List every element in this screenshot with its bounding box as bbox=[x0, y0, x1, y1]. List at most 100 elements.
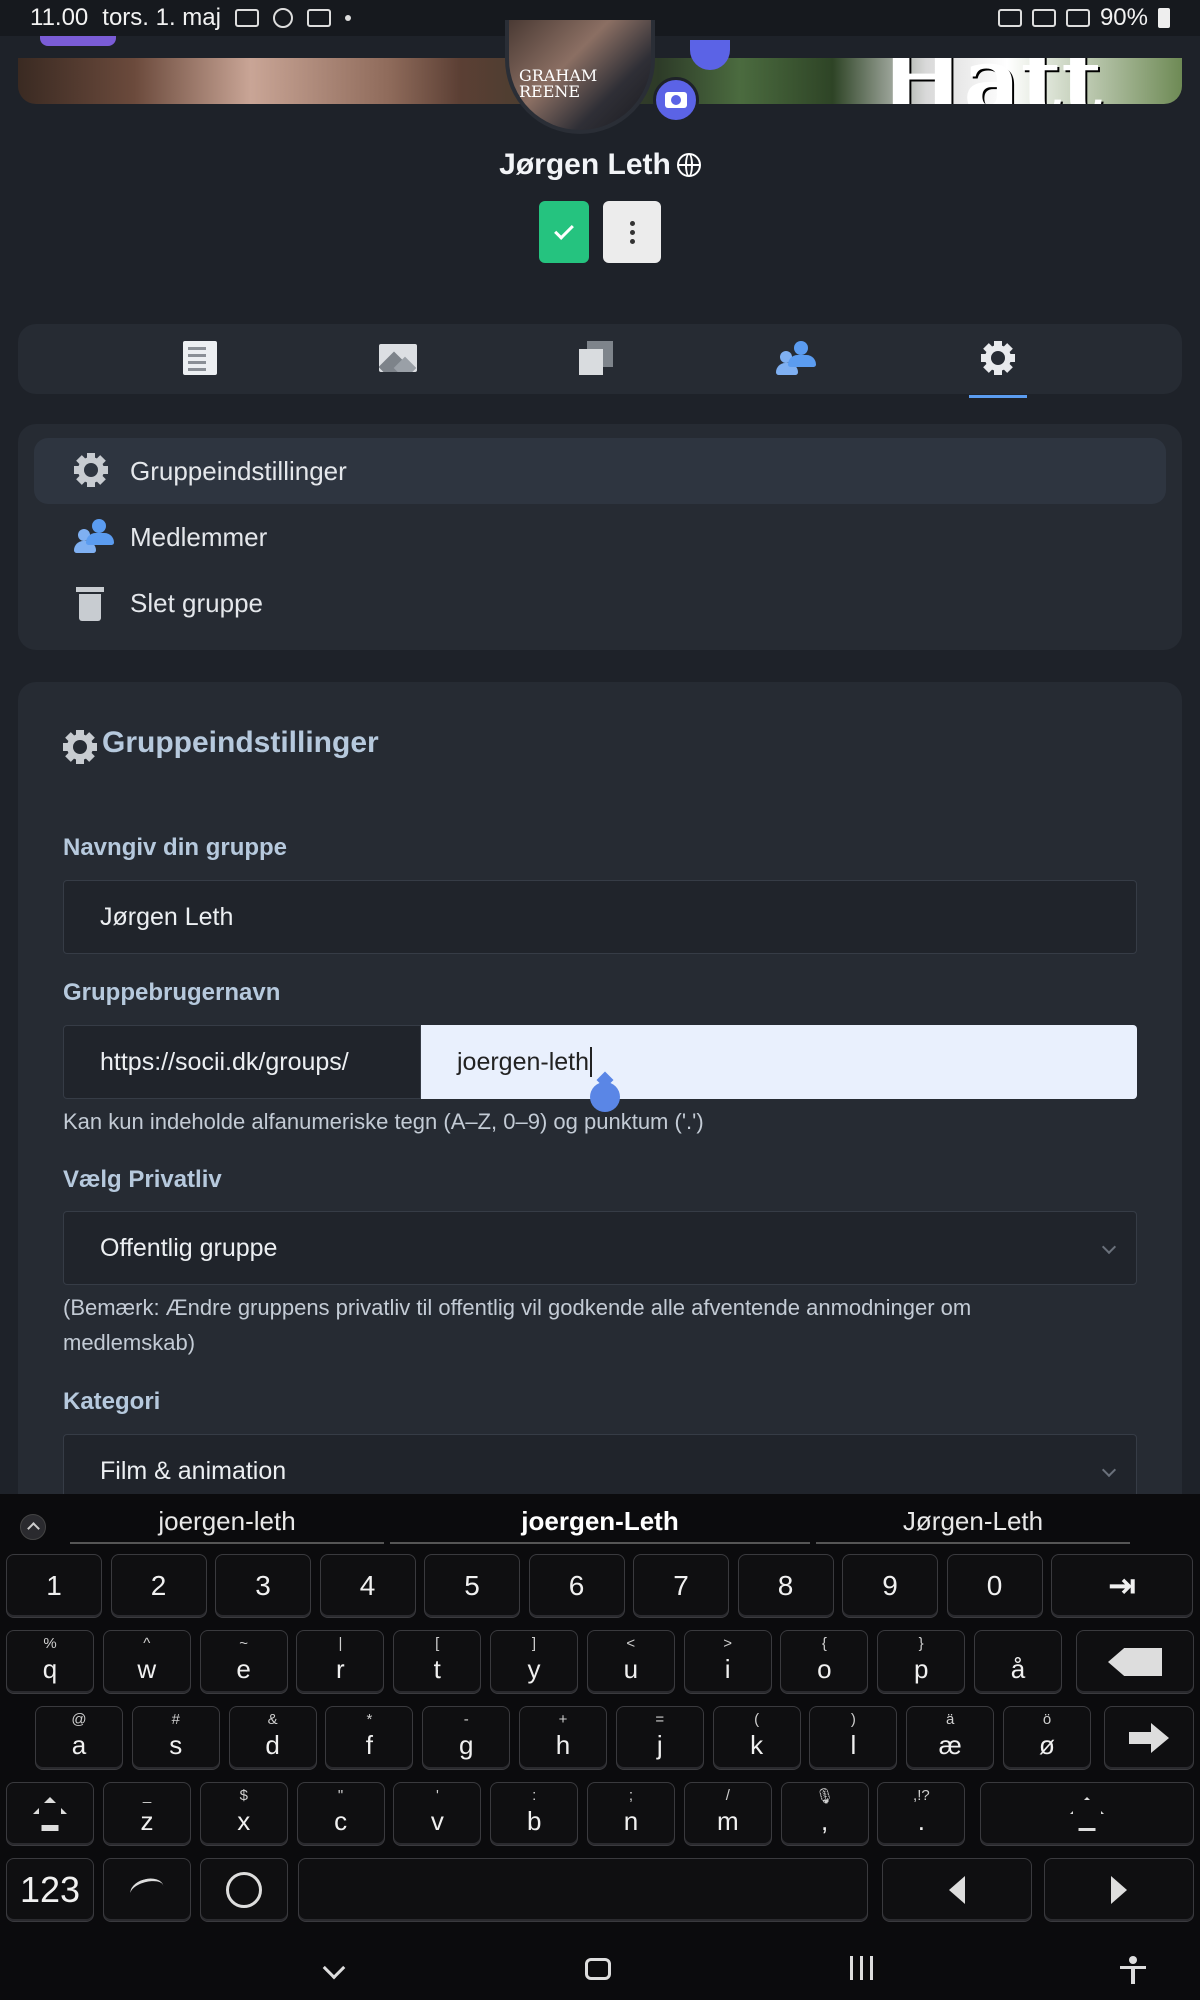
key-u[interactable]: < u bbox=[586, 1630, 675, 1694]
backspace-key[interactable] bbox=[1076, 1630, 1194, 1694]
cursor-left-key[interactable] bbox=[882, 1858, 1032, 1922]
swiftkey-key[interactable] bbox=[103, 1858, 191, 1922]
key-å[interactable]: å bbox=[974, 1630, 1062, 1694]
key-label: 1 bbox=[46, 1570, 62, 1601]
date: tors. 1. maj bbox=[102, 4, 221, 31]
key-i[interactable]: > i bbox=[683, 1630, 772, 1694]
shift-icon bbox=[1070, 1797, 1104, 1831]
key-t[interactable]: [t bbox=[393, 1630, 482, 1694]
key-secondary-label: ( bbox=[754, 1711, 760, 1728]
key-0[interactable]: 0 bbox=[946, 1554, 1043, 1618]
privacy-select[interactable]: Offentlig gruppe bbox=[63, 1211, 1137, 1285]
key-2[interactable]: 2 bbox=[110, 1554, 207, 1618]
key-7[interactable]: 7 bbox=[633, 1554, 729, 1618]
group-username-label: Gruppebrugernavn bbox=[63, 979, 281, 1006]
key-a[interactable]: @ a bbox=[35, 1706, 123, 1770]
group-username-input[interactable]: joergen-leth bbox=[421, 1025, 1137, 1099]
privacy-note: (Bemærk: Ændre gruppens privatliv til of… bbox=[63, 1295, 972, 1355]
key-g[interactable]: -g bbox=[422, 1706, 511, 1770]
cover-edit-tab[interactable] bbox=[40, 36, 116, 46]
suggestion-3[interactable]: Jørgen-Leth bbox=[816, 1500, 1130, 1544]
key-r[interactable]: | r bbox=[296, 1630, 385, 1694]
key-q[interactable]: % q bbox=[6, 1630, 94, 1694]
key-secondary-label: { bbox=[821, 1635, 827, 1652]
tab-key[interactable]: ⇥ bbox=[1051, 1554, 1193, 1618]
key-1[interactable]: 1 bbox=[6, 1554, 102, 1618]
key-9[interactable]: 9 bbox=[842, 1554, 938, 1618]
key-o[interactable]: {o bbox=[780, 1630, 869, 1694]
emoji-icon bbox=[226, 1872, 262, 1908]
key-m[interactable]: / m bbox=[683, 1782, 772, 1846]
key-v[interactable]: ' v bbox=[393, 1782, 482, 1846]
joined-button[interactable] bbox=[539, 201, 589, 263]
suggestion-1[interactable]: joergen-leth bbox=[70, 1500, 384, 1544]
key-k[interactable]: (k bbox=[712, 1706, 801, 1770]
privacy-label: Vælg Privatliv bbox=[63, 1166, 222, 1193]
group-name-field[interactable]: Jørgen Leth bbox=[63, 880, 1137, 954]
key-secondary-label: # bbox=[171, 1711, 180, 1728]
tab-posts[interactable] bbox=[170, 334, 230, 382]
key-label: 6 bbox=[568, 1570, 585, 1601]
tab-settings[interactable] bbox=[968, 334, 1028, 398]
key-y[interactable]: ] y bbox=[490, 1630, 578, 1694]
key-e[interactable]: ~ e bbox=[199, 1630, 288, 1694]
menu-item-group-settings[interactable]: Gruppeindstillinger bbox=[34, 438, 1166, 504]
key-4[interactable]: 4 bbox=[319, 1554, 416, 1618]
emoji-key[interactable] bbox=[200, 1858, 288, 1922]
hide-keyboard-button[interactable] bbox=[322, 1956, 346, 1980]
key-ø[interactable]: öø bbox=[1003, 1706, 1091, 1770]
expand-toolbar-button[interactable] bbox=[20, 1514, 46, 1540]
key-8[interactable]: 8 bbox=[737, 1554, 834, 1618]
key-s[interactable]: # s bbox=[131, 1706, 220, 1770]
more-options-button[interactable] bbox=[603, 201, 661, 263]
change-avatar-button[interactable] bbox=[653, 77, 699, 123]
key-label: 3 bbox=[255, 1570, 271, 1601]
key-p[interactable]: } p bbox=[877, 1630, 966, 1694]
key-d[interactable]: & d bbox=[228, 1706, 317, 1770]
key-n[interactable]: ; n bbox=[587, 1782, 675, 1846]
swiftkey-icon bbox=[127, 1874, 167, 1906]
chevron-down-icon bbox=[1101, 1462, 1117, 1478]
key-secondary-label: ) bbox=[850, 1711, 856, 1728]
shift-key-left[interactable] bbox=[6, 1782, 94, 1846]
symbols-key[interactable]: 123 bbox=[6, 1858, 94, 1922]
key-5[interactable]: 5 bbox=[424, 1554, 520, 1618]
system-nav-bar bbox=[0, 1944, 1200, 2000]
key-b[interactable]: :b bbox=[490, 1782, 579, 1846]
key-h[interactable]: + h bbox=[519, 1706, 607, 1770]
key-f[interactable]: * f bbox=[325, 1706, 414, 1770]
key-secondary-label: ö bbox=[1042, 1711, 1052, 1728]
key-comma[interactable]: 🎙, bbox=[780, 1782, 869, 1846]
tab-members[interactable] bbox=[766, 334, 826, 382]
home-button[interactable] bbox=[585, 1958, 611, 1980]
key-z[interactable]: _ z bbox=[103, 1782, 191, 1846]
key-secondary-label: 🎙 bbox=[815, 1788, 835, 1805]
key-c[interactable]: " c bbox=[296, 1782, 385, 1846]
tab-photos[interactable] bbox=[368, 334, 428, 382]
shift-key-right[interactable] bbox=[980, 1782, 1194, 1846]
group-name: Jørgen Leth bbox=[499, 148, 671, 181]
key-6[interactable]: 6 bbox=[528, 1554, 625, 1618]
key-æ[interactable]: äæ bbox=[906, 1706, 995, 1770]
cursor-right-key[interactable] bbox=[1044, 1858, 1194, 1922]
key-secondary-label: : bbox=[532, 1787, 537, 1804]
tab-videos[interactable] bbox=[566, 334, 626, 382]
key-w[interactable]: ^ w bbox=[102, 1630, 191, 1694]
suggestion-2[interactable]: joergen-Leth bbox=[390, 1500, 810, 1544]
suggestion-bar: joergen-leth joergen-Leth Jørgen-Leth bbox=[0, 1494, 1200, 1554]
key-label: 8 bbox=[777, 1570, 794, 1601]
avatar[interactable]: GRAHAM REENE bbox=[505, 20, 655, 134]
key-x[interactable]: $ x bbox=[199, 1782, 288, 1846]
key-l[interactable]: ) l bbox=[809, 1706, 898, 1770]
space-key[interactable] bbox=[298, 1858, 868, 1922]
accessibility-button[interactable] bbox=[1120, 1956, 1146, 1984]
menu-item-members[interactable]: Medlemmer bbox=[34, 504, 1166, 570]
recent-apps-button[interactable] bbox=[850, 1956, 874, 1980]
key-3[interactable]: 3 bbox=[215, 1554, 311, 1618]
avatar-caption: GRAHAM REENE bbox=[519, 66, 598, 101]
menu-item-delete-group[interactable]: Slet gruppe bbox=[34, 570, 1166, 636]
enter-key[interactable] bbox=[1104, 1706, 1194, 1770]
key-period[interactable]: ,!?. bbox=[877, 1782, 966, 1846]
key-j[interactable]: = j bbox=[615, 1706, 704, 1770]
key-label: x bbox=[237, 1805, 251, 1836]
